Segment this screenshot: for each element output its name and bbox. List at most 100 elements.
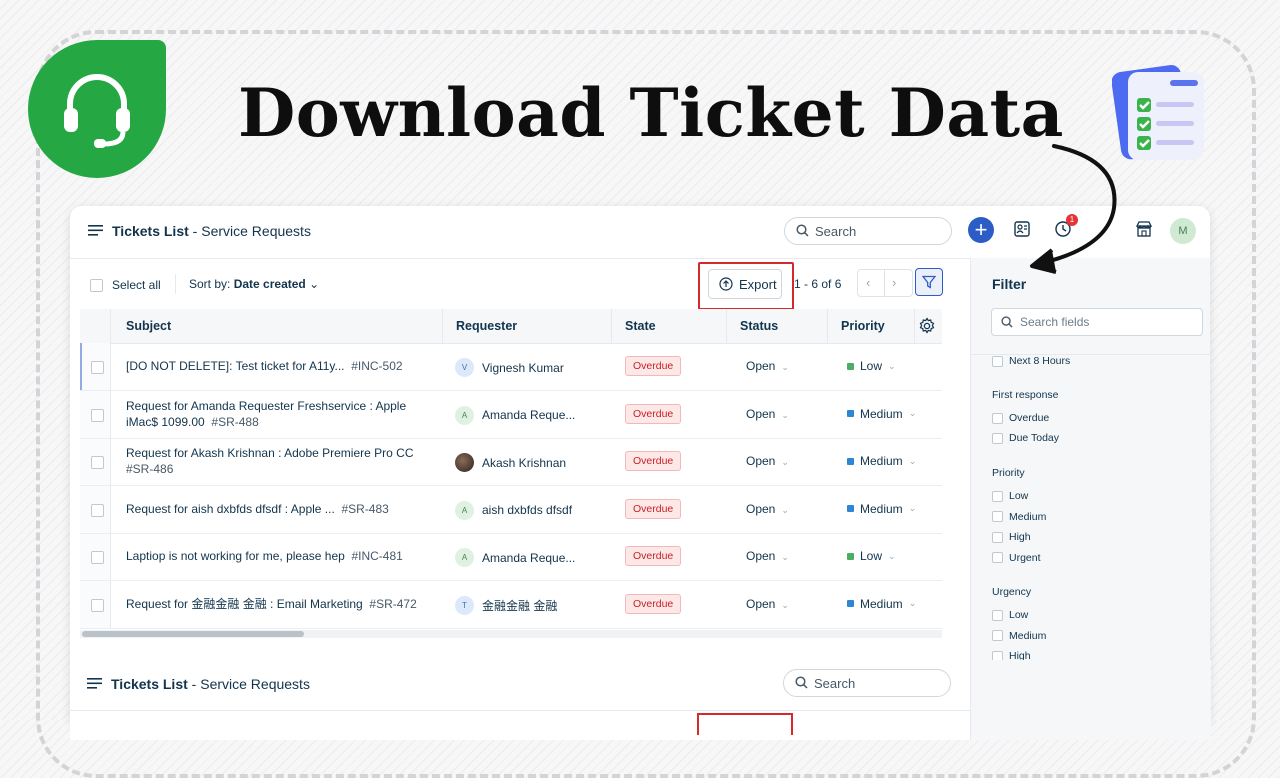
requester-cell[interactable]: T 金融金融 金融 [455, 595, 557, 615]
priority-dropdown[interactable]: Medium ⌄ [847, 502, 916, 516]
breadcrumb-view[interactable]: Service Requests [201, 223, 311, 239]
ticket-subject-text[interactable]: Laptiop is not working for me, please he… [126, 549, 345, 563]
filter-option[interactable]: Urgent [992, 552, 1041, 564]
filter-option[interactable]: Medium [992, 630, 1046, 642]
ticket-subject[interactable]: Request for Amanda Requester Freshservic… [126, 398, 426, 430]
breadcrumb-title[interactable]: Tickets List [111, 676, 188, 692]
next-page-icon[interactable]: › [892, 275, 896, 290]
priority-value: Medium [860, 406, 903, 421]
scrollbar-thumb[interactable] [82, 631, 304, 637]
search-input[interactable]: Search [783, 669, 951, 697]
breadcrumb-title[interactable]: Tickets List [112, 223, 189, 239]
requester-cell[interactable]: Akash Krishnan [455, 453, 566, 472]
row-checkbox[interactable] [91, 361, 104, 374]
ticket-subject[interactable]: Request for Akash Krishnan : Adobe Premi… [126, 445, 426, 477]
select-all[interactable]: Select all [90, 278, 161, 292]
priority-indicator [847, 410, 854, 417]
status-dropdown[interactable]: Open ⌄ [746, 502, 789, 516]
row-checkbox[interactable] [91, 408, 104, 422]
filter-search-input[interactable]: Search fields [991, 308, 1203, 336]
row-checkbox[interactable] [91, 551, 104, 564]
priority-indicator [847, 552, 854, 560]
filter-toggle-button[interactable] [915, 268, 943, 296]
status-dropdown[interactable]: Open ⌄ [746, 549, 789, 563]
store-icon[interactable] [1135, 220, 1153, 238]
filter-checkbox[interactable] [992, 490, 1003, 502]
filter-checkbox[interactable] [992, 531, 1003, 543]
sort-dropdown[interactable]: Sort by: Date created ⌄ [189, 277, 319, 291]
filter-option-label: Urgent [1009, 551, 1041, 564]
ticket-subject[interactable]: Request for 金融金融 金融 : Email Marketing #S… [126, 596, 426, 612]
new-item-button[interactable]: + [968, 217, 994, 243]
select-all-checkbox[interactable] [90, 278, 103, 292]
table-header: Subject Requester State Status Priority [80, 309, 942, 344]
priority-dropdown[interactable]: Medium ⌄ [847, 597, 916, 611]
table-row[interactable]: Request for 金融金融 金融 : Email Marketing #S… [80, 581, 942, 629]
status-value: Open [746, 501, 776, 516]
table-row[interactable]: Request for aish dxbfds dfsdf : Apple ..… [80, 486, 942, 534]
filter-option-label: Due Today [1009, 432, 1060, 444]
filter-checkbox[interactable] [992, 355, 1003, 367]
requester-cell[interactable]: A Amanda Reque... [455, 548, 575, 567]
filter-checkbox[interactable] [992, 609, 1003, 621]
requester-cell[interactable]: V Vignesh Kumar [455, 358, 564, 377]
table-row[interactable]: Laptiop is not working for me, please he… [80, 533, 942, 581]
ticket-subject[interactable]: Request for aish dxbfds dfsdf : Apple ..… [126, 501, 426, 517]
filter-checkbox[interactable] [992, 630, 1003, 641]
search-input[interactable]: Search [784, 217, 952, 245]
priority-dropdown[interactable]: Medium ⌄ [847, 454, 916, 468]
ticket-subject-text[interactable]: [DO NOT DELETE]: Test ticket for A11y... [126, 359, 345, 373]
hamburger-icon[interactable] [88, 224, 103, 237]
requester-name: Akash Krishnan [482, 455, 567, 470]
gear-icon[interactable] [918, 317, 936, 335]
table-row[interactable]: Request for Akash Krishnan : Adobe Premi… [80, 438, 942, 486]
filter-option[interactable]: Low [992, 490, 1028, 502]
ticket-subject-text[interactable]: Request for 金融金融 金融 : Email Marketing [126, 597, 363, 611]
requester-cell[interactable]: A Amanda Reque... [455, 405, 575, 425]
column-header-status[interactable]: Status [740, 319, 778, 333]
filter-option[interactable]: Due Today [992, 432, 1059, 444]
search-icon [795, 676, 808, 689]
ticket-subject[interactable]: Laptiop is not working for me, please he… [126, 548, 426, 564]
column-header-state[interactable]: State [625, 319, 656, 333]
priority-dropdown[interactable]: Low ⌄ [847, 549, 896, 563]
ticket-subject-text[interactable]: Request for aish dxbfds dfsdf : Apple ..… [126, 502, 335, 516]
filter-option[interactable]: Next 8 Hours [992, 355, 1070, 367]
status-dropdown[interactable]: Open ⌄ [746, 597, 789, 611]
filter-checkbox[interactable] [992, 511, 1003, 522]
filter-checkbox[interactable] [992, 552, 1003, 563]
status-dropdown[interactable]: Open ⌄ [746, 359, 789, 373]
priority-dropdown[interactable]: Medium ⌄ [847, 407, 916, 421]
ticket-subject-text[interactable]: Request for Akash Krishnan : Adobe Premi… [126, 446, 413, 460]
filter-option[interactable]: Medium [992, 511, 1046, 523]
avatar: V [455, 358, 474, 377]
breadcrumb-separator: - [188, 223, 202, 239]
ticket-subject[interactable]: [DO NOT DELETE]: Test ticket for A11y...… [126, 358, 426, 374]
filter-checkbox[interactable] [992, 412, 1003, 424]
horizontal-scrollbar[interactable] [80, 630, 942, 638]
user-avatar[interactable]: M [1170, 218, 1196, 244]
status-badge: Overdue [625, 356, 682, 376]
ticket-subject-text[interactable]: Request for Amanda Requester Freshservic… [126, 399, 406, 429]
filter-option[interactable]: High [992, 531, 1031, 543]
pagination-info: 1 - 6 of 6 [794, 277, 842, 291]
row-checkbox[interactable] [91, 456, 104, 469]
status-dropdown[interactable]: Open ⌄ [746, 454, 789, 468]
breadcrumb-view[interactable]: Service Requests [200, 676, 310, 692]
status-dropdown[interactable]: Open ⌄ [746, 407, 789, 421]
priority-dropdown[interactable]: Low ⌄ [847, 359, 896, 373]
requester-cell[interactable]: Aaish dxbfds dfsdf [455, 500, 572, 520]
column-header-priority[interactable]: Priority [841, 319, 885, 333]
sort-value: Date created [233, 277, 306, 291]
column-header-subject[interactable]: Subject [126, 319, 171, 333]
row-checkbox[interactable] [91, 503, 104, 517]
filter-option[interactable]: Overdue [992, 412, 1049, 424]
table-row[interactable]: [DO NOT DELETE]: Test ticket for A11y...… [80, 343, 942, 391]
row-checkbox[interactable] [91, 598, 104, 612]
hamburger-icon[interactable] [87, 677, 102, 690]
table-row[interactable]: Request for Amanda Requester Freshservic… [80, 391, 942, 439]
filter-checkbox[interactable] [992, 432, 1003, 444]
column-header-requester[interactable]: Requester [456, 319, 517, 333]
filter-option[interactable]: Low [992, 609, 1028, 621]
prev-page-icon[interactable]: ‹ [866, 275, 870, 290]
